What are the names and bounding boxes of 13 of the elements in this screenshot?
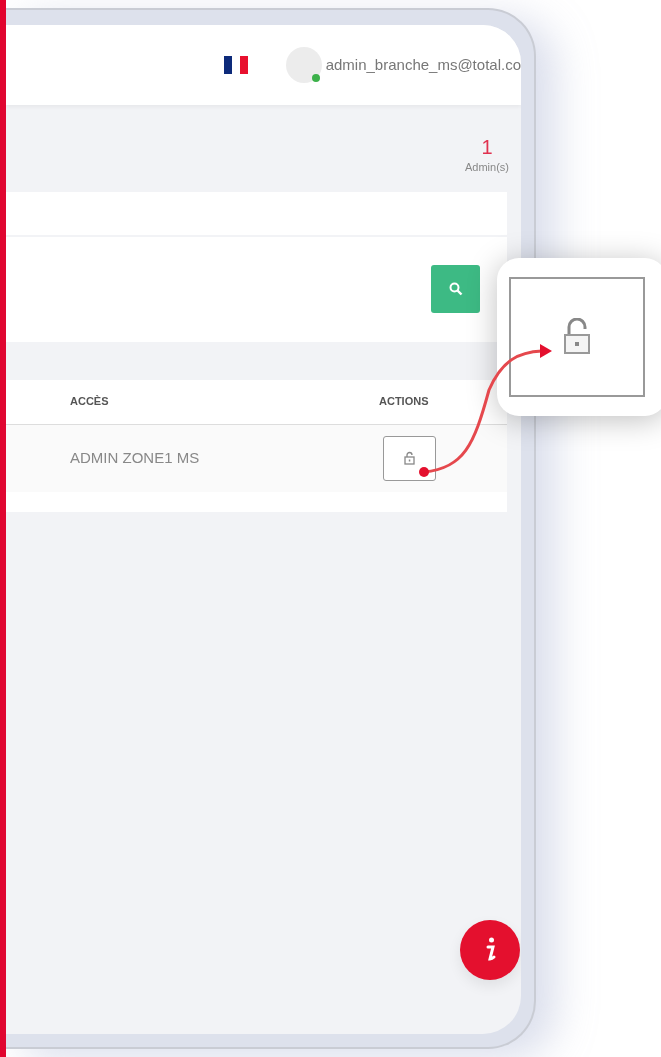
column-header: ACTIONS — [379, 394, 429, 410]
admin-count: 1 — [480, 135, 494, 159]
lock-icon — [404, 451, 415, 465]
lock-icon — [562, 318, 592, 356]
table-cell: ADMIN ZONE1 MS — [70, 448, 200, 466]
lock-button[interactable] — [383, 435, 436, 481]
info-button[interactable] — [460, 920, 520, 980]
admin-count-label: Admin(s) — [465, 160, 509, 175]
search-icon — [448, 282, 463, 296]
flag-icon[interactable] — [223, 56, 248, 74]
user-avatar[interactable] — [285, 47, 322, 83]
column-header: ACCÈS — [69, 394, 110, 410]
user-email[interactable]: admin_branche_ms@total.co — [325, 53, 521, 77]
